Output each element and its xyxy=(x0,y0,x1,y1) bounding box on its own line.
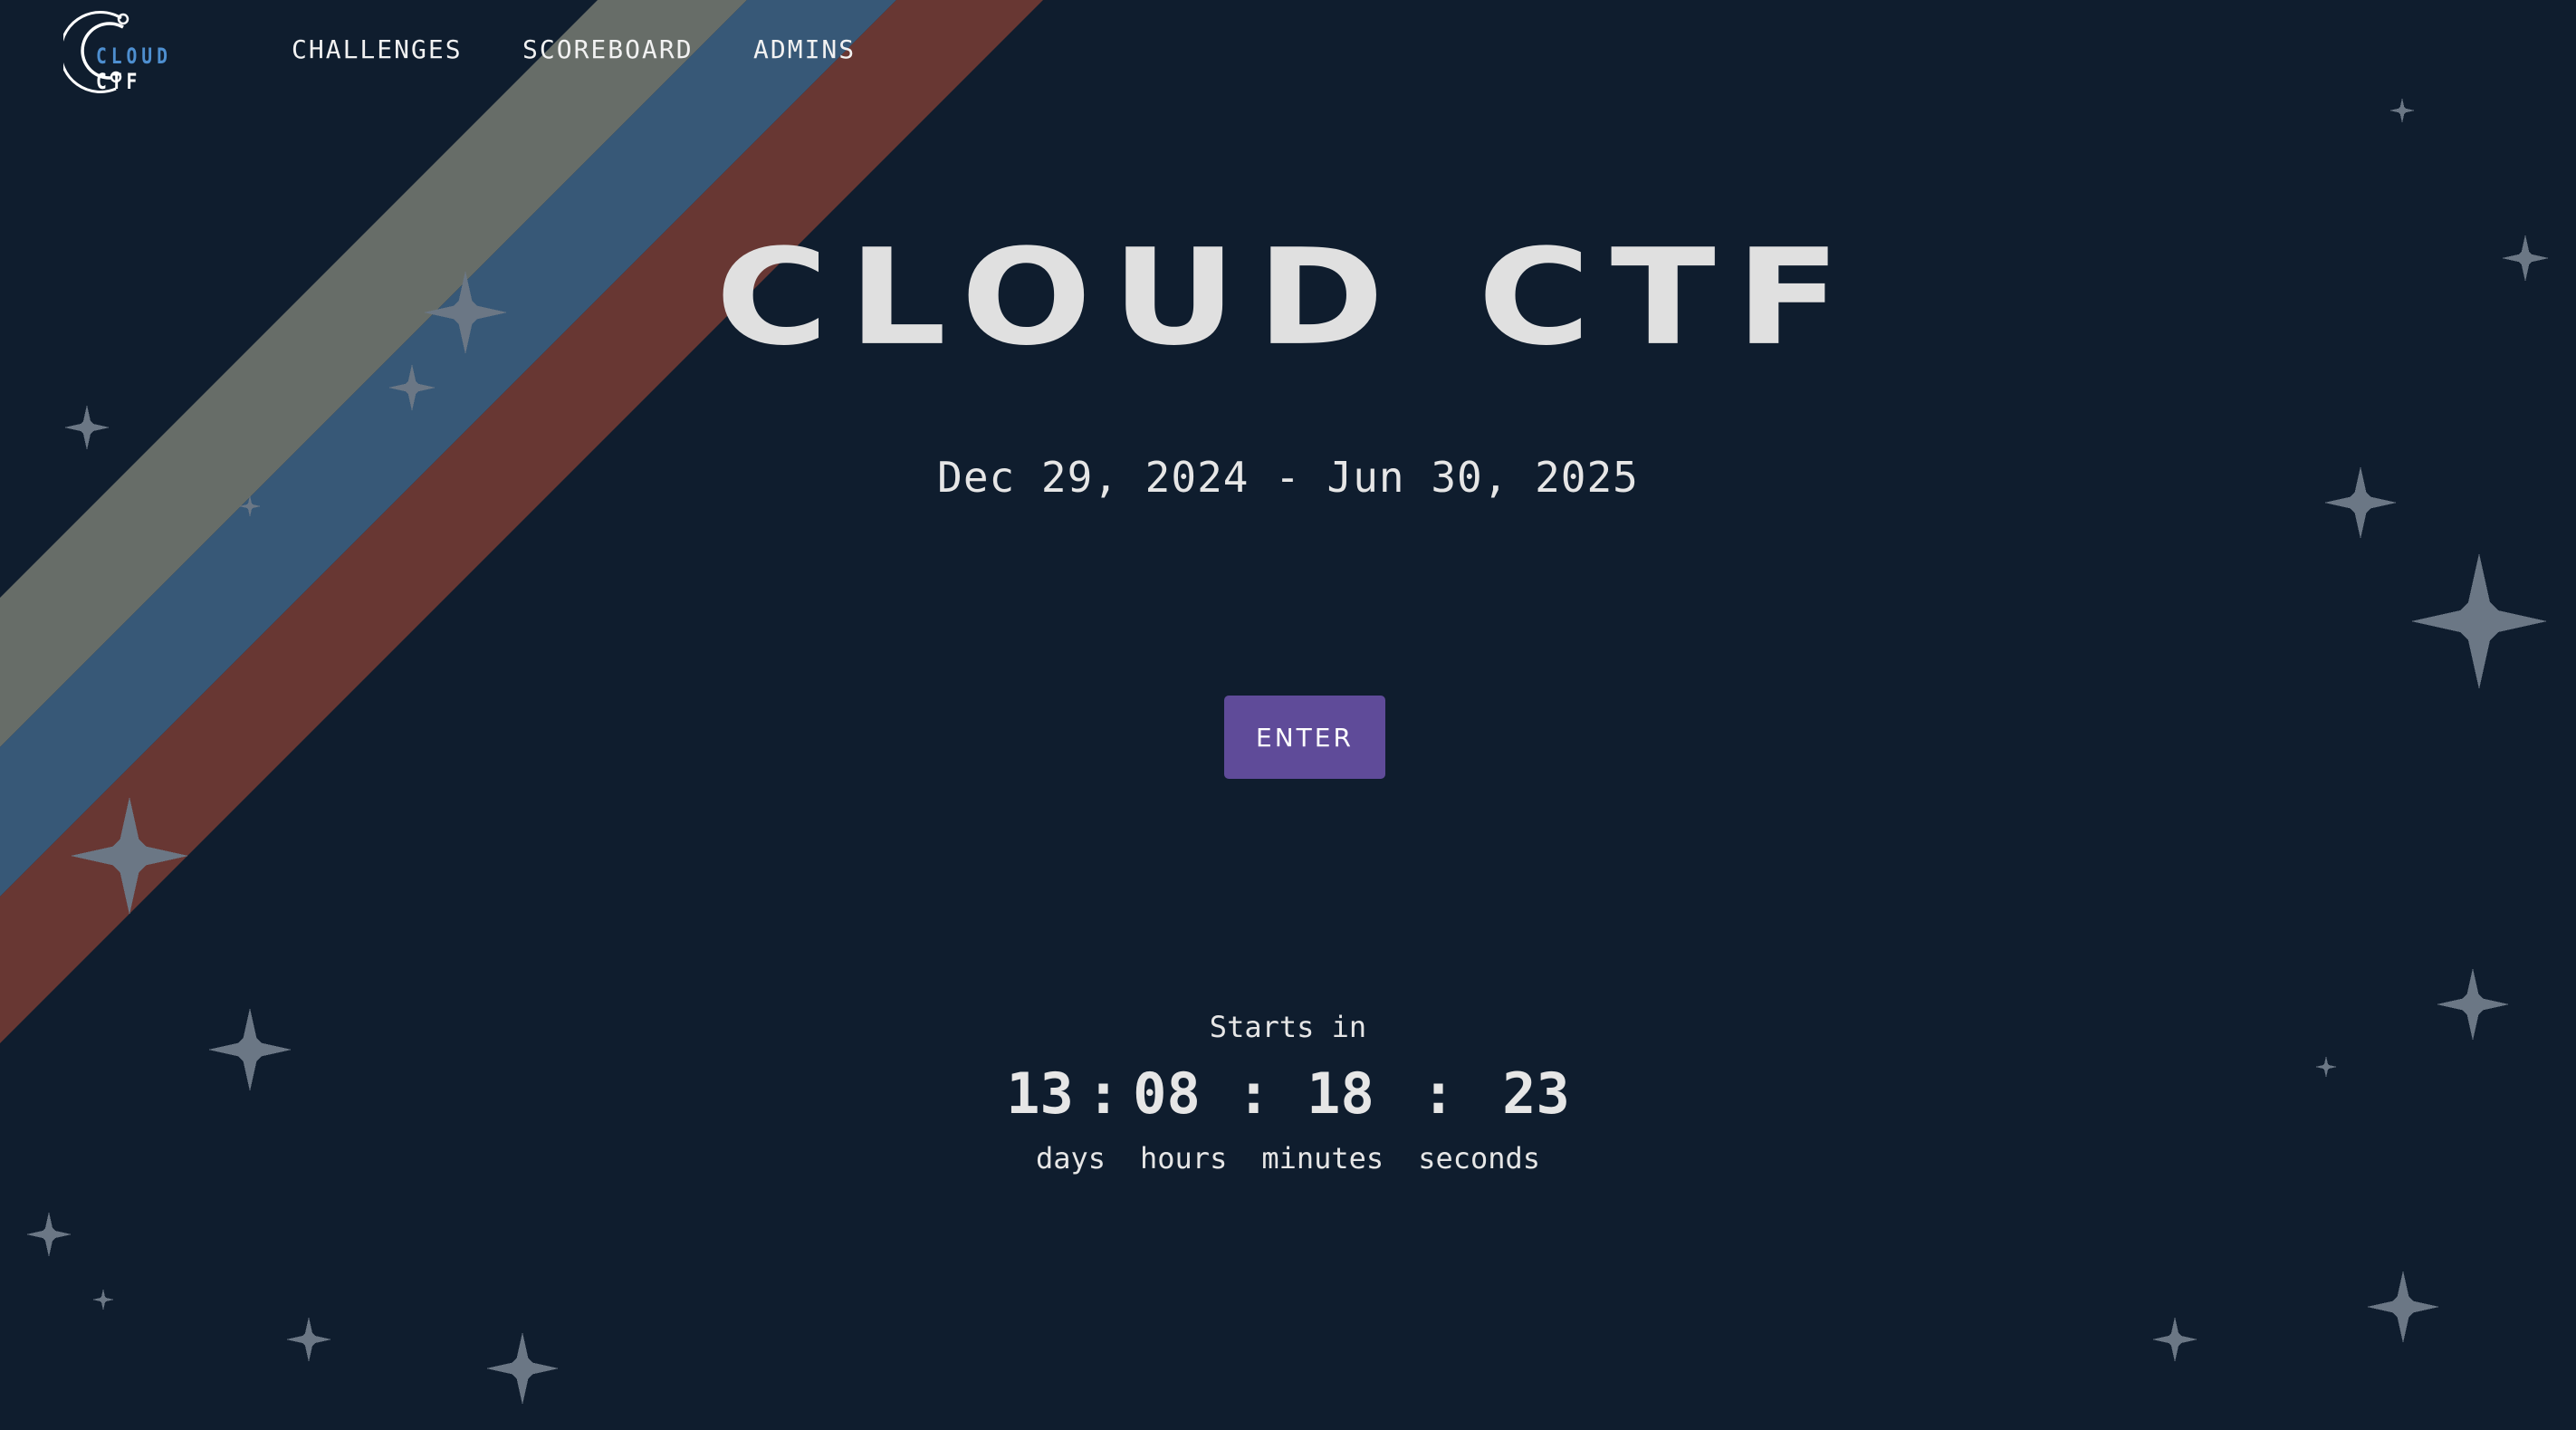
sparkle-star-icon xyxy=(64,405,110,450)
event-dates: Dec 29, 2024 - Jun 30, 2025 xyxy=(937,453,1639,502)
countdown: Starts in 13 : 08 : 18 : 23 days hours m… xyxy=(0,1010,2576,1176)
countdown-seconds: 23 xyxy=(1502,1061,1570,1127)
countdown-separator: : xyxy=(1421,1061,1456,1127)
sparkle-star-icon xyxy=(2389,98,2415,123)
sparkle-star-icon xyxy=(2367,1271,2439,1343)
unit-minutes: minutes xyxy=(1261,1141,1384,1176)
unit-days: days xyxy=(1035,1141,1106,1176)
countdown-separator: : xyxy=(1236,1061,1271,1127)
unit-seconds: seconds xyxy=(1418,1141,1541,1176)
countdown-timer: 13 : 08 : 18 : 23 xyxy=(0,1061,2576,1127)
countdown-minutes: 18 xyxy=(1307,1061,1374,1127)
logo[interactable]: CLOUD CTF xyxy=(63,7,235,94)
top-nav: CLOUD CTF CHALLENGES SCOREBOARD ADMINS xyxy=(0,0,2576,101)
unit-hours: hours xyxy=(1140,1141,1228,1176)
countdown-units: days hours minutes seconds xyxy=(0,1141,2576,1176)
countdown-hours: 08 xyxy=(1133,1061,1201,1127)
hero-title: CLOUD CTF xyxy=(715,220,1861,376)
sparkle-star-icon xyxy=(486,1332,559,1405)
sparkle-star-icon xyxy=(2152,1317,2198,1362)
nav-link-admins[interactable]: ADMINS xyxy=(753,34,856,64)
sparkle-star-icon xyxy=(92,1289,114,1310)
logo-text: CLOUD CTF xyxy=(96,43,210,94)
logo-word-cloud: CLOUD xyxy=(96,43,172,69)
sparkle-star-icon xyxy=(286,1317,331,1362)
sparkle-star-icon xyxy=(71,797,188,915)
sparkle-star-icon xyxy=(2411,553,2547,689)
nav-link-challenges[interactable]: CHALLENGES xyxy=(292,34,463,64)
nav-link-scoreboard[interactable]: SCOREBOARD xyxy=(522,34,694,64)
sparkle-star-icon xyxy=(26,1212,72,1257)
countdown-days: 13 xyxy=(1006,1061,1074,1127)
countdown-separator: : xyxy=(1086,1061,1121,1127)
countdown-label: Starts in xyxy=(1209,1010,1367,1044)
logo-word-ctf: CTF xyxy=(96,69,142,94)
enter-button[interactable]: ENTER xyxy=(1224,696,1385,779)
